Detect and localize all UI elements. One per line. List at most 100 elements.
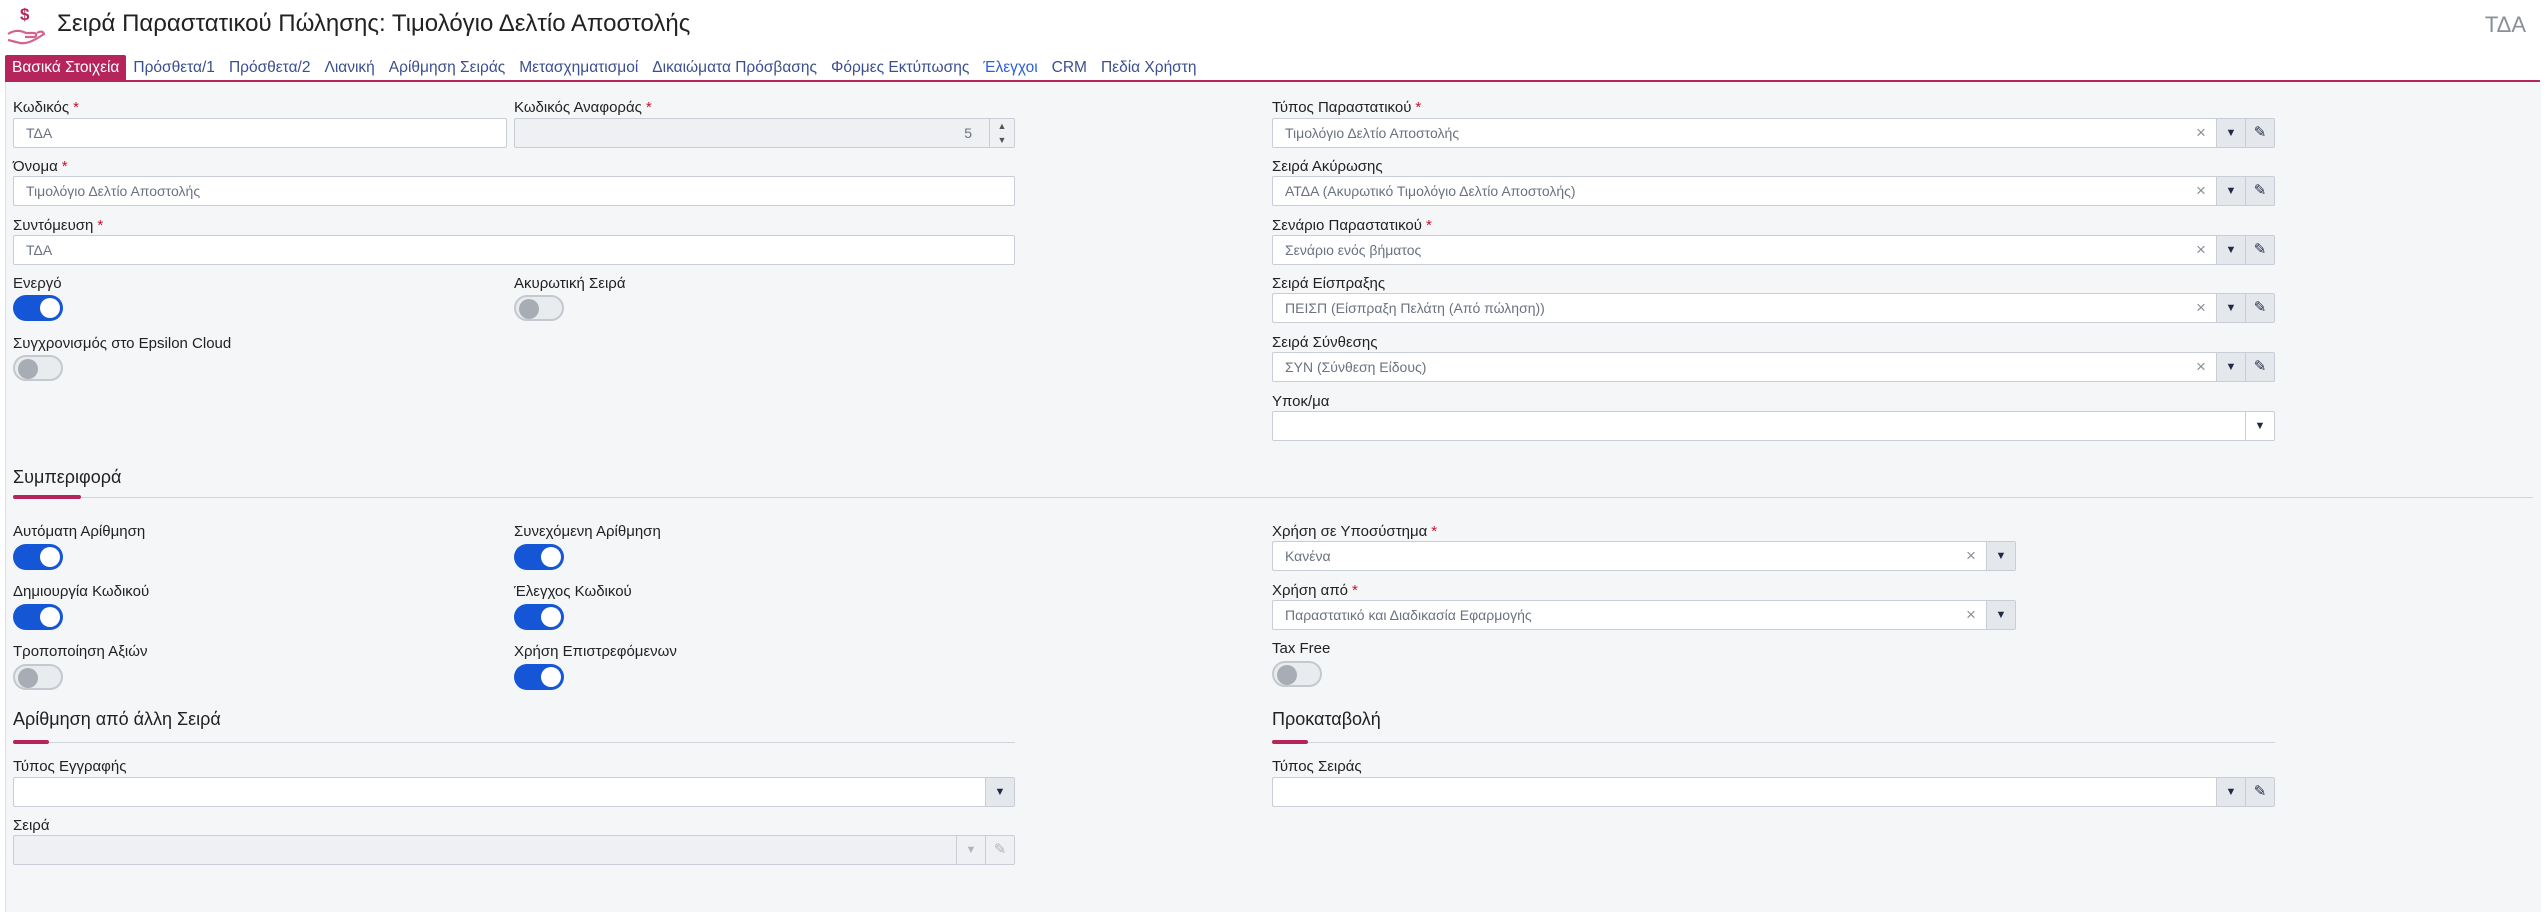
use-returns-toggle[interactable]: [514, 664, 564, 690]
scenario-select[interactable]: Σενάριο ενός βήματος × ▼ ✎: [1272, 235, 2275, 265]
tab-print-forms[interactable]: Φόρμες Εκτύπωσης: [824, 55, 976, 81]
chevron-down-icon[interactable]: ▼: [2245, 412, 2274, 440]
cancel-label: Σειρά Ακύρωσης: [1272, 158, 1383, 175]
composition-series-select[interactable]: ΣΥΝ (Σύνθεση Είδους) × ▼ ✎: [1272, 352, 2275, 382]
active-label: Ενεργό: [13, 275, 62, 292]
chevron-down-icon[interactable]: ▼: [985, 778, 1014, 806]
sync-toggle[interactable]: [13, 355, 63, 381]
cancel-series-toggle[interactable]: [514, 295, 564, 321]
clear-icon[interactable]: ×: [2190, 177, 2212, 205]
code-input[interactable]: ΤΔΑ: [13, 118, 507, 148]
chevron-down-icon[interactable]: ▼: [2216, 353, 2245, 381]
edit-pencil-icon[interactable]: ✎: [2245, 119, 2274, 147]
edit-pencil-icon[interactable]: ✎: [985, 836, 1014, 864]
other-numbering-accent: [13, 740, 49, 744]
name-input[interactable]: Τιμολόγιο Δελτίο Αποστολής: [13, 176, 1015, 206]
cancel-series-label: Ακυρωτική Σειρά: [514, 275, 626, 292]
modify-values-toggle[interactable]: [13, 664, 63, 690]
chevron-down-icon[interactable]: ▼: [1986, 601, 2015, 629]
receipt-label: Σειρά Είσπραξης: [1272, 275, 1386, 292]
cancel-series-select[interactable]: ΑΤΔΑ (Ακυρωτικό Τιμολόγιο Δελτίο Αποστολ…: [1272, 176, 2275, 206]
edit-pencil-icon[interactable]: ✎: [2245, 778, 2274, 806]
spin-down-icon[interactable]: ▼: [990, 133, 1014, 147]
sync-label: Συγχρονισμός στο Epsilon Cloud: [13, 335, 232, 352]
name-label: Όνομα *: [13, 158, 68, 175]
clear-icon[interactable]: ×: [2190, 353, 2212, 381]
other-numbering-divider: [49, 742, 1015, 743]
prepayment-accent: [1272, 740, 1308, 744]
chevron-down-icon[interactable]: ▼: [956, 836, 985, 864]
tab-additional-1[interactable]: Πρόσθετα/1: [126, 55, 222, 81]
clear-icon[interactable]: ×: [1960, 542, 1982, 570]
clear-icon[interactable]: ×: [2190, 119, 2212, 147]
composition-value: ΣΥΝ (Σύνθεση Είδους): [1285, 359, 1427, 375]
tax-free-label: Tax Free: [1272, 640, 1331, 657]
create-code-toggle[interactable]: [13, 604, 63, 630]
series-label: Σειρά: [13, 817, 50, 834]
clear-icon[interactable]: ×: [2190, 236, 2212, 264]
auto-numbering-label: Αυτόματη Αρίθμηση: [13, 523, 146, 540]
short-input[interactable]: ΤΔΑ: [13, 235, 1015, 265]
scenario-label: Σενάριο Παραστατικού *: [1272, 217, 1432, 234]
tab-series-numbering[interactable]: Αρίθμηση Σειράς: [382, 55, 512, 81]
series-type-select[interactable]: ▼ ✎: [1272, 777, 2275, 807]
chevron-down-icon[interactable]: ▼: [2216, 236, 2245, 264]
used-by-label: Χρήση από *: [1272, 582, 1358, 599]
doc-type-label: Τύπος Παραστατικού *: [1272, 99, 1422, 116]
use-returns-label: Χρήση Επιστρεφόμενων: [514, 643, 677, 660]
ref-code-stepper[interactable]: 5 ▲ ▼: [514, 118, 1015, 148]
edit-pencil-icon[interactable]: ✎: [2245, 353, 2274, 381]
page-title: Σειρά Παραστατικού Πώλησης: Τιμολόγιο Δε…: [57, 10, 691, 37]
doc-type-value: Τιμολόγιο Δελτίο Αποστολής: [1285, 125, 1460, 141]
edit-pencil-icon[interactable]: ✎: [2245, 294, 2274, 322]
other-numbering-title: Αρίθμηση από άλλη Σειρά: [13, 709, 221, 729]
modify-values-label: Τροποποίηση Αξιών: [13, 643, 148, 660]
tab-checks[interactable]: Έλεγχοι: [976, 55, 1044, 81]
series-type-label: Τύπος Σειράς: [1272, 758, 1362, 775]
active-toggle[interactable]: [13, 295, 63, 321]
edit-pencil-icon[interactable]: ✎: [2245, 177, 2274, 205]
subsystem-select[interactable]: Κανένα × ▼: [1272, 541, 2016, 571]
record-type-select[interactable]: ▼: [13, 777, 1015, 807]
ref-code-label: Κωδικός Αναφοράς *: [514, 99, 652, 116]
tab-user-fields[interactable]: Πεδία Χρήστη: [1094, 55, 1204, 81]
branch-select[interactable]: ▼: [1272, 411, 2275, 441]
auto-numbering-toggle[interactable]: [13, 544, 63, 570]
series-select[interactable]: ▼ ✎: [13, 835, 1015, 865]
tab-bar: Βασικά Στοιχεία Πρόσθετα/1 Πρόσθετα/2 Λι…: [5, 55, 1204, 81]
tab-basic-info[interactable]: Βασικά Στοιχεία: [5, 55, 127, 81]
branch-label: Υποκ/μα: [1272, 393, 1330, 410]
chevron-down-icon[interactable]: ▼: [1986, 542, 2015, 570]
subsystem-label: Χρήση σε Υποσύστημα *: [1272, 523, 1438, 540]
doc-type-select[interactable]: Τιμολόγιο Δελτίο Αποστολής × ▼ ✎: [1272, 118, 2275, 148]
tab-access-rights[interactable]: Δικαιώματα Πρόσβασης: [645, 55, 824, 81]
used-by-select[interactable]: Παραστατικό και Διαδικασία Εφαρμογής × ▼: [1272, 600, 2016, 630]
tab-crm[interactable]: CRM: [1045, 55, 1094, 81]
tax-free-toggle[interactable]: [1272, 661, 1322, 687]
clear-icon[interactable]: ×: [1960, 601, 1982, 629]
svg-text:$: $: [20, 5, 30, 24]
short-label: Συντόμευση *: [13, 217, 104, 234]
chevron-down-icon[interactable]: ▼: [2216, 177, 2245, 205]
ref-code-spinner[interactable]: ▲ ▼: [989, 119, 1014, 147]
record-type-label: Τύπος Εγγραφής: [13, 758, 127, 775]
tab-additional-2[interactable]: Πρόσθετα/2: [222, 55, 318, 81]
tab-retail[interactable]: Λιανική: [317, 55, 381, 81]
continuous-numbering-toggle[interactable]: [514, 544, 564, 570]
subsystem-value: Κανένα: [1285, 548, 1331, 564]
sales-series-icon: $: [6, 4, 46, 46]
spin-up-icon[interactable]: ▲: [990, 119, 1014, 133]
chevron-down-icon[interactable]: ▼: [2216, 778, 2245, 806]
chevron-down-icon[interactable]: ▼: [2216, 294, 2245, 322]
receipt-series-select[interactable]: ΠΕΙΣΠ (Είσπραξη Πελάτη (Από πώληση)) × ▼…: [1272, 293, 2275, 323]
chevron-down-icon[interactable]: ▼: [2216, 119, 2245, 147]
create-code-label: Δημιουργία Κωδικού: [13, 583, 150, 600]
record-code: ΤΔΑ: [2484, 12, 2526, 37]
clear-icon[interactable]: ×: [2190, 294, 2212, 322]
edit-pencil-icon[interactable]: ✎: [2245, 236, 2274, 264]
tab-transformations[interactable]: Μετασχηματισμοί: [512, 55, 645, 81]
continuous-numbering-label: Συνεχόμενη Αρίθμηση: [514, 523, 661, 540]
used-by-value: Παραστατικό και Διαδικασία Εφαρμογής: [1285, 607, 1532, 623]
behavior-section-title: Συμπεριφορά: [13, 467, 122, 487]
check-code-toggle[interactable]: [514, 604, 564, 630]
